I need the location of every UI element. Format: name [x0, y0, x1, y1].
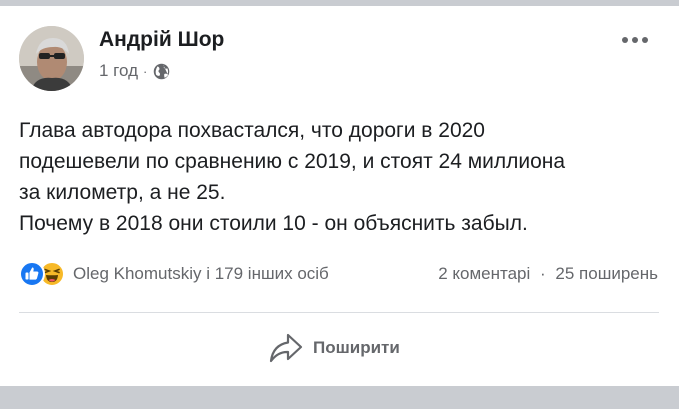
globe-icon	[153, 63, 170, 80]
like-icon	[19, 261, 45, 287]
post-text-line: за километр, а не 25.	[19, 181, 226, 204]
share-button[interactable]: Поширити	[268, 330, 400, 366]
reactors-text[interactable]: Oleg Khomutskiy і 179 інших осіб	[73, 264, 329, 284]
author-name[interactable]: Андрій Шор	[99, 28, 224, 52]
post-text-line: Почему в 2018 они стоили 10 - он объясни…	[19, 212, 528, 235]
more-options-icon[interactable]	[619, 34, 651, 46]
divider	[19, 312, 659, 313]
post-time[interactable]: 1 год	[99, 61, 138, 81]
more-dot	[642, 37, 648, 43]
reactions-summary[interactable]: Oleg Khomutskiy і 179 інших осіб	[19, 259, 329, 289]
share-arrow-icon	[269, 333, 303, 363]
post-text-line: подешевели по сравнению с 2019, и стоят …	[19, 150, 566, 173]
meta-separator: ·	[143, 63, 148, 79]
engagement-stats: 2 коментарі · 25 поширень	[438, 264, 658, 284]
more-dot	[622, 37, 628, 43]
top-separator-band	[0, 0, 679, 6]
post-meta: 1 год ·	[99, 61, 170, 81]
avatar[interactable]	[19, 26, 84, 91]
share-label: Поширити	[313, 338, 400, 357]
post-text-line: Глава автодора похвастался, что дороги в…	[19, 119, 485, 142]
shares-count[interactable]: 25 поширень	[555, 264, 658, 283]
more-dot	[632, 37, 638, 43]
avatar-photo	[19, 26, 84, 91]
post-text: Глава автодора похвастался, что дороги в…	[19, 115, 659, 239]
comments-count[interactable]: 2 коментарі	[438, 264, 530, 283]
bottom-separator-band	[0, 386, 679, 409]
stats-separator: ·	[540, 264, 546, 283]
